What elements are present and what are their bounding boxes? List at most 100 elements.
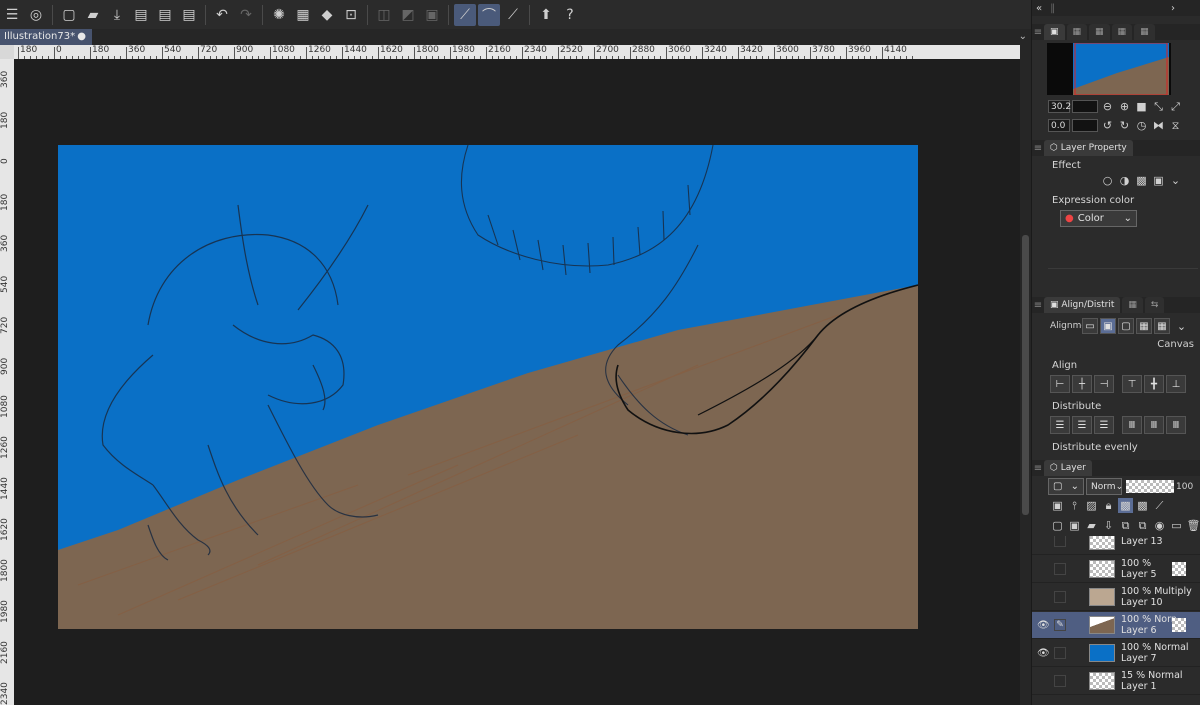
app-logo-icon[interactable]: ◎	[25, 4, 47, 26]
flip-horizontal-icon[interactable]: ⧓	[1151, 118, 1166, 133]
chevron-down-icon[interactable]: ⌄	[1168, 173, 1183, 188]
align-center-h-icon[interactable]: ┼	[1072, 375, 1092, 393]
flip-vertical-icon[interactable]: ⧖	[1168, 118, 1183, 133]
edit-target-toggle[interactable]	[1054, 591, 1066, 603]
tab-align[interactable]: ▣ Align/Distrit	[1044, 297, 1121, 313]
fit-screen-icon[interactable]: ⤢	[1168, 99, 1183, 114]
zoom-field[interactable]: 30.2	[1048, 100, 1071, 113]
navigator-preview[interactable]	[1047, 42, 1171, 96]
chevron-right-icon[interactable]: ›	[1171, 3, 1175, 14]
checker-effect-icon[interactable]: ▩	[1134, 173, 1149, 188]
draft-icon[interactable]: ▨	[1084, 498, 1099, 513]
help-icon[interactable]: ?	[559, 4, 581, 26]
fit-icon[interactable]: ⤡	[1151, 99, 1166, 114]
copy-layer-icon[interactable]: ⧉	[1135, 518, 1150, 533]
document-tab[interactable]: Illustration73* ●	[0, 29, 92, 45]
chevron-down-icon[interactable]: ⌄	[1019, 29, 1027, 45]
tab-layer[interactable]: ⬡ Layer	[1044, 460, 1092, 476]
collapse-left-icon[interactable]: «	[1036, 3, 1042, 14]
selection-mask-icon[interactable]: ▣	[421, 4, 443, 26]
align-to-selection-icon[interactable]: ▭	[1082, 318, 1098, 334]
ruler-range-icon[interactable]: ⟋	[1152, 498, 1167, 513]
merge-down-icon[interactable]: ⧉	[1118, 518, 1133, 533]
opacity-slider[interactable]	[1126, 480, 1174, 493]
transfer-down-icon[interactable]: ⇩	[1101, 518, 1116, 533]
distribute-center-h-icon[interactable]: Ⅲ	[1144, 416, 1164, 434]
layer-color-icon[interactable]: ▣	[1151, 173, 1166, 188]
menu-icon[interactable]: ☰	[1, 4, 23, 26]
align-to-object-icon[interactable]: ▢	[1118, 318, 1134, 334]
edit-target-toggle[interactable]	[1054, 675, 1066, 687]
align-to-canvas-icon[interactable]: ▣	[1100, 318, 1116, 334]
export-jpg-icon[interactable]: ▤	[130, 4, 152, 26]
invert-icon[interactable]: ◩	[397, 4, 419, 26]
vertical-scrollbar[interactable]	[1020, 45, 1031, 705]
clip-icon[interactable]: ▣	[1050, 498, 1065, 513]
scrollbar-thumb[interactable]	[1022, 235, 1029, 515]
trash-icon[interactable]: 🗑︎	[1186, 518, 1200, 533]
create-mask-icon[interactable]: ◉	[1152, 518, 1167, 533]
rotate-left-icon[interactable]: ↺	[1100, 118, 1115, 133]
fill-icon[interactable]: ◆	[316, 4, 338, 26]
zoom-out-icon[interactable]: ⊖	[1100, 99, 1115, 114]
layer-row[interactable]: 👁︎ 100 % Normal Layer 7	[1032, 640, 1200, 667]
lock-icon[interactable]: 🔒︎	[1101, 498, 1116, 513]
new-vector-layer-icon[interactable]: ▣	[1067, 518, 1082, 533]
mask-enable-icon[interactable]: ▩	[1135, 498, 1150, 513]
eye-icon[interactable]: 👁︎	[1037, 620, 1050, 631]
snap-ruler-icon[interactable]: ⟋	[454, 3, 476, 26]
layer-row[interactable]: Layer 13	[1032, 536, 1200, 555]
align-bottom-icon[interactable]: ⊥	[1166, 375, 1186, 393]
layer-type-dropdown[interactable]: ▢ ⌄	[1048, 478, 1084, 495]
snap-special-icon[interactable]: ⌒	[478, 3, 500, 26]
export-psd-icon[interactable]: ▤	[178, 4, 200, 26]
distribute-center-v-icon[interactable]: ☰	[1072, 416, 1092, 434]
rotation-field[interactable]: 0.0	[1048, 119, 1070, 132]
border-effect-icon[interactable]: ○	[1100, 173, 1115, 188]
align-right-icon[interactable]: ⊣	[1094, 375, 1114, 393]
layer-row[interactable]: 15 % Normal Layer 1	[1032, 668, 1200, 695]
upgrade-icon[interactable]: ⬆	[535, 4, 557, 26]
open-icon[interactable]: ▰	[82, 4, 104, 26]
navigator-tab-icon[interactable]: ▣	[1044, 24, 1065, 40]
reference-icon[interactable]: ⫯	[1067, 498, 1082, 513]
align-top-icon[interactable]: ⊤	[1122, 375, 1142, 393]
zoom-slider[interactable]	[1072, 100, 1098, 113]
new-folder-icon[interactable]: ▰	[1084, 518, 1099, 533]
distribute-top-icon[interactable]: ☰	[1050, 416, 1070, 434]
tab-other-2[interactable]: ⇆	[1144, 297, 1165, 313]
chevron-down-icon[interactable]: ⌄	[1174, 319, 1189, 334]
edit-target-toggle[interactable]	[1054, 536, 1066, 547]
edit-target-toggle[interactable]	[1054, 563, 1066, 575]
blend-mode-dropdown[interactable]: Norm ⌄	[1086, 478, 1123, 495]
new-icon[interactable]: ▢	[58, 4, 80, 26]
layer-row[interactable]: 100 % Layer 5	[1032, 556, 1200, 583]
layer-row[interactable]: 100 % Multiply Layer 10	[1032, 584, 1200, 611]
history-tab-icon[interactable]: ▦	[1134, 24, 1155, 40]
undo-icon[interactable]: ↶	[211, 4, 233, 26]
rotation-slider[interactable]	[1072, 119, 1098, 132]
distribute-bottom-icon[interactable]: ☰	[1094, 416, 1114, 434]
canvas-artwork[interactable]	[58, 145, 918, 629]
edit-target-toggle[interactable]	[1054, 647, 1066, 659]
subview-tab-icon[interactable]: ▦	[1066, 24, 1088, 40]
apply-mask-icon[interactable]: ▭	[1169, 518, 1184, 533]
transform-icon[interactable]: ⊡	[340, 4, 362, 26]
zoom-in-icon[interactable]: ⊕	[1117, 99, 1132, 114]
snap-grid-icon[interactable]: ⟋	[502, 4, 524, 26]
tab-other[interactable]: ▦	[1122, 297, 1143, 313]
distribute-left-icon[interactable]: Ⅲ	[1122, 416, 1142, 434]
material-tab-icon[interactable]: ▦	[1089, 24, 1110, 40]
tab-layer-property[interactable]: ⬡ Layer Property	[1044, 140, 1133, 156]
expression-color-dropdown[interactable]: ● Color ⌄	[1060, 210, 1137, 227]
export-png-icon[interactable]: ▤	[154, 4, 176, 26]
opacity-value[interactable]: 100	[1176, 482, 1193, 492]
align-middle-v-icon[interactable]: ╋	[1144, 375, 1164, 393]
save-icon[interactable]: ⤓	[106, 4, 128, 26]
fill-selection-icon[interactable]: ▦	[292, 4, 314, 26]
pen-icon[interactable]: ✎	[1054, 619, 1066, 631]
tone-effect-icon[interactable]: ◑	[1117, 173, 1132, 188]
actual-size-icon[interactable]: ■	[1134, 99, 1149, 114]
color-tab-icon[interactable]: ▦	[1111, 24, 1133, 40]
new-raster-layer-icon[interactable]: ▢	[1050, 518, 1065, 533]
